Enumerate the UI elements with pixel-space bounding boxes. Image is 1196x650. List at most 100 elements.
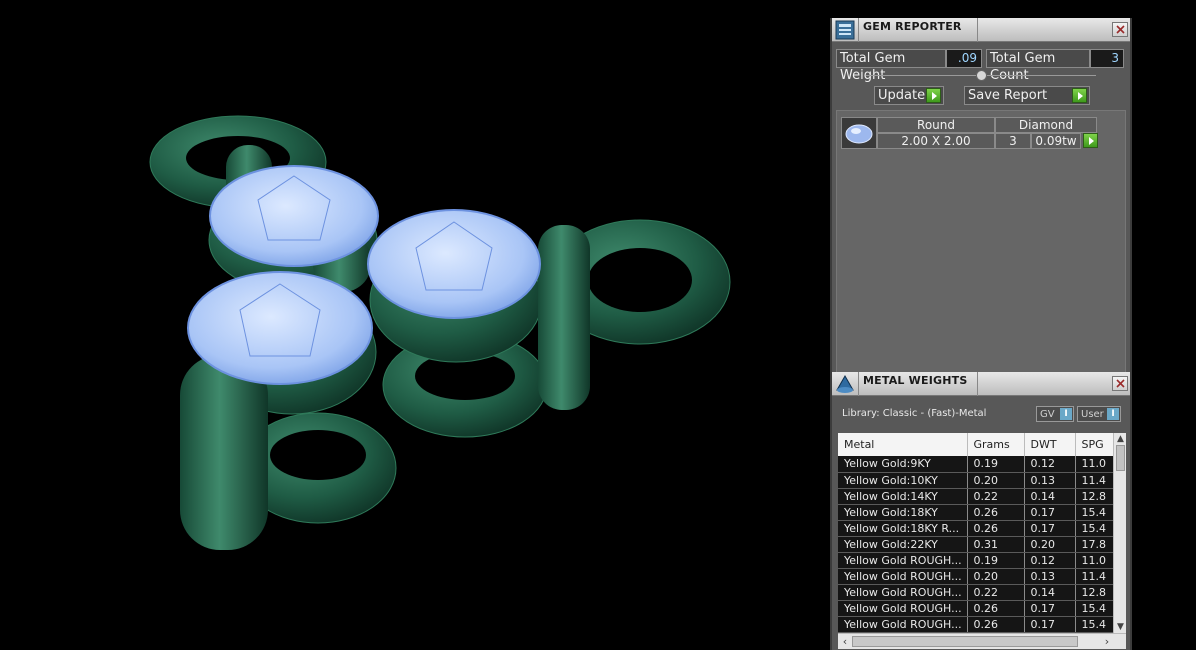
panel-splitter-slider[interactable] (836, 69, 1126, 83)
metal-name: Yellow Gold ROUGH... (838, 568, 968, 585)
table-row[interactable]: Yellow Gold ROUGH... 0.20 0.13 11.4 (838, 568, 1114, 585)
grams-value: 0.22 (967, 584, 1025, 601)
gem-right (367, 209, 541, 319)
vertical-scroll-thumb[interactable] (1116, 445, 1125, 471)
gem-reporter-title: GEM REPORTER (863, 20, 962, 33)
metal-name: Yellow Gold ROUGH... (838, 600, 968, 617)
close-icon[interactable] (1112, 22, 1128, 37)
update-button[interactable]: Update (874, 86, 944, 105)
ring-model-render (149, 115, 731, 550)
total-gem-weight-value: .09 (946, 48, 982, 68)
gv-toggle[interactable]: GV I (1036, 406, 1074, 422)
metal-name: Yellow Gold ROUGH... (838, 584, 968, 601)
gem-report-icon (832, 18, 858, 42)
dwt-value: 0.13 (1024, 568, 1076, 585)
scroll-right-icon[interactable]: › (1100, 634, 1114, 649)
metal-name: Yellow Gold:18KY R... (838, 520, 968, 537)
grams-value: 0.22 (967, 488, 1025, 505)
title-separator (977, 18, 978, 42)
grams-value: 0.31 (967, 536, 1025, 553)
dwt-value: 0.12 (1024, 456, 1076, 473)
spg-value: 11.4 (1075, 472, 1114, 489)
scroll-left-icon[interactable]: ‹ (838, 634, 852, 649)
table-row[interactable]: Yellow Gold ROUGH... 0.22 0.14 12.8 (838, 584, 1114, 601)
dwt-value: 0.13 (1024, 472, 1076, 489)
horizontal-scrollbar[interactable]: ‹ › (838, 633, 1126, 649)
column-header-spg[interactable]: SPG (1075, 433, 1114, 456)
dwt-value: 0.17 (1024, 504, 1076, 521)
dwt-value: 0.17 (1024, 600, 1076, 617)
spg-value: 11.0 (1075, 552, 1114, 569)
gem-weight: 0.09tw (1031, 133, 1081, 149)
table-row[interactable]: Yellow Gold ROUGH... 0.26 0.17 15.4 (838, 600, 1114, 617)
metal-name: Yellow Gold:9KY (838, 456, 968, 473)
gem-list: Round Diamond 2.00 X 2.00 3 0.09tw (836, 110, 1126, 378)
table-row[interactable]: Yellow Gold:22KY 0.31 0.20 17.8 (838, 536, 1114, 553)
column-header-grams[interactable]: Grams (967, 433, 1025, 456)
spg-value: 15.4 (1075, 616, 1114, 633)
column-header-metal[interactable]: Metal (838, 433, 968, 456)
gv-label: GV (1040, 408, 1055, 420)
total-gem-weight-label: Total Gem Weight (836, 48, 946, 83)
close-icon[interactable] (1112, 376, 1128, 391)
spg-value: 12.8 (1075, 584, 1114, 601)
update-label: Update (878, 88, 926, 103)
spg-value: 11.4 (1075, 568, 1114, 585)
gem-stats-row: Total Gem Weight .09 Total Gem Count 3 (836, 48, 1126, 83)
play-icon[interactable] (926, 88, 941, 103)
metal-weights-titlebar[interactable]: METAL WEIGHTS (832, 372, 1130, 396)
scroll-up-icon[interactable]: ▲ (1114, 433, 1126, 445)
scroll-down-icon[interactable]: ▼ (1114, 621, 1126, 633)
grams-value: 0.20 (967, 472, 1025, 489)
dwt-value: 0.14 (1024, 488, 1076, 505)
horizontal-scroll-thumb[interactable] (852, 636, 1078, 647)
table-row[interactable]: Yellow Gold:18KY 0.26 0.17 15.4 (838, 504, 1114, 521)
diamond-thumbnail-icon (841, 117, 877, 149)
grams-value: 0.26 (967, 504, 1025, 521)
library-label: Library: Classic - (Fast)-Metal (842, 408, 987, 419)
table-row[interactable]: Yellow Gold:10KY 0.20 0.13 11.4 (838, 472, 1114, 489)
save-report-label: Save Report (968, 88, 1048, 103)
gem-bottom-left (187, 271, 373, 385)
spg-value: 15.4 (1075, 504, 1114, 521)
grams-value: 0.26 (967, 600, 1025, 617)
metal-weights-title: METAL WEIGHTS (863, 374, 968, 387)
dwt-value: 0.20 (1024, 536, 1076, 553)
gem-top-left (209, 165, 379, 267)
dwt-value: 0.14 (1024, 584, 1076, 601)
table-header-row: Metal Grams DWT SPG (838, 433, 1114, 456)
metal-name: Yellow Gold ROUGH... (838, 552, 968, 569)
save-report-button[interactable]: Save Report (964, 86, 1090, 105)
table-row[interactable]: Yellow Gold:18KY R... 0.26 0.17 15.4 (838, 520, 1114, 537)
gv-toggle-indicator: I (1060, 408, 1072, 420)
table-row[interactable]: Yellow Gold ROUGH... 0.26 0.17 15.4 (838, 616, 1114, 633)
user-toggle[interactable]: User I (1077, 406, 1121, 422)
metal-name: Yellow Gold:14KY (838, 488, 968, 505)
play-icon[interactable] (1083, 133, 1098, 148)
total-gem-count-value: 3 (1090, 48, 1124, 68)
metal-weights-panel: METAL WEIGHTS Library: Classic - (Fast)-… (830, 372, 1132, 650)
gem-count: 3 (995, 133, 1031, 149)
spg-value: 17.8 (1075, 536, 1114, 553)
table-row[interactable]: Yellow Gold:9KY 0.19 0.12 11.0 (838, 456, 1114, 473)
spg-value: 15.4 (1075, 600, 1114, 617)
table-row[interactable]: Yellow Gold:14KY 0.22 0.14 12.8 (838, 488, 1114, 505)
metal-name: Yellow Gold:22KY (838, 536, 968, 553)
slider-knob[interactable] (976, 70, 987, 81)
metal-weights-table: Metal Grams DWT SPG Yellow Gold:9KY 0.19 0… (838, 433, 1126, 649)
table-row[interactable]: Yellow Gold ROUGH... 0.19 0.12 11.0 (838, 552, 1114, 569)
column-header-dwt[interactable]: DWT (1024, 433, 1076, 456)
spg-value: 15.4 (1075, 520, 1114, 537)
gem-reporter-titlebar[interactable]: GEM REPORTER (832, 18, 1130, 42)
grams-value: 0.26 (967, 520, 1025, 537)
grams-value: 0.26 (967, 616, 1025, 633)
vertical-scrollbar[interactable]: ▲ ▼ (1113, 433, 1126, 633)
play-icon[interactable] (1072, 88, 1087, 103)
metal-name: Yellow Gold ROUGH... (838, 616, 968, 633)
grams-value: 0.20 (967, 568, 1025, 585)
metal-name: Yellow Gold:18KY (838, 504, 968, 521)
gem-shape: Round (877, 117, 995, 133)
title-separator (977, 372, 978, 396)
dwt-value: 0.12 (1024, 552, 1076, 569)
3d-viewport[interactable] (0, 0, 830, 650)
